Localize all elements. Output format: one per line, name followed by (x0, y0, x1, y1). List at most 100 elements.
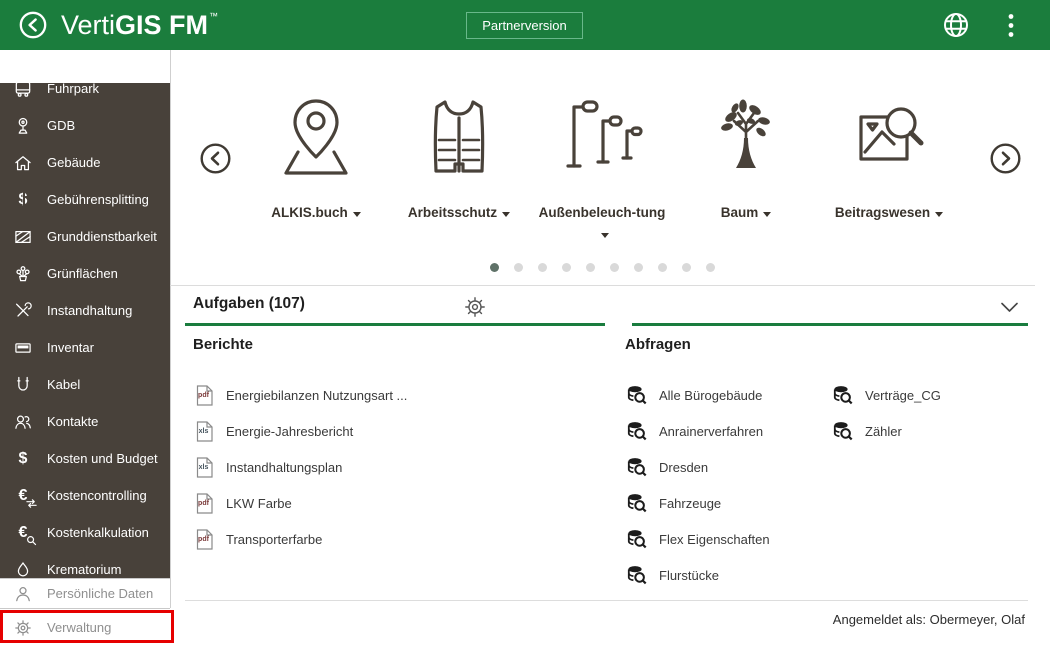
split-dollar-icon: $ (11, 188, 35, 212)
partnerversion-badge[interactable]: Partnerversion (466, 12, 583, 39)
report-item[interactable]: xls Instandhaltungsplan (196, 449, 407, 485)
sidebar-item-inventar[interactable]: Inventar (0, 329, 170, 366)
flame-icon (11, 558, 35, 579)
tasks-section-title: Aufgaben (107) (193, 295, 305, 313)
sidebar-item-verwaltung[interactable]: Verwaltung (0, 608, 170, 646)
carousel-dot[interactable] (682, 263, 691, 272)
sidebar-item-kostenkalkulation[interactable]: € Kostenkalkulation (0, 514, 170, 551)
module-beitragswesen[interactable]: Beitragswesen (823, 88, 955, 223)
street-lights-icon (536, 88, 668, 190)
query-item[interactable]: Dresden (627, 449, 770, 485)
database-search-icon (627, 565, 647, 585)
safety-vest-icon (393, 88, 525, 190)
carousel-dot[interactable] (634, 263, 643, 272)
report-item[interactable]: xls Energie-Jahresbericht (196, 413, 407, 449)
trademark: ™ (209, 11, 218, 21)
report-label: Transporterfarbe (226, 532, 322, 547)
logo-text-light: Verti (61, 10, 115, 41)
sidebar-item-kontakte[interactable]: Kontakte (0, 403, 170, 440)
carousel-dot[interactable] (514, 263, 523, 272)
carousel-dot[interactable] (658, 263, 667, 272)
carousel-dot[interactable] (562, 263, 571, 272)
sidebar-item-label: Inventar (47, 340, 94, 355)
module-label: Beitragswesen (835, 205, 930, 220)
sidebar-item-label: Kabel (47, 377, 80, 392)
sidebar-item-kostencontrolling[interactable]: € Kostencontrolling (0, 477, 170, 514)
database-search-icon (627, 529, 647, 549)
carousel-dot[interactable] (706, 263, 715, 272)
kebab-menu-icon[interactable] (1006, 13, 1016, 38)
query-label: Zähler (865, 424, 902, 439)
app-window: VertiGIS FM™ Partnerversion < Fuh (0, 0, 1050, 646)
sidebar-item-kosten-und-budget[interactable]: $ Kosten und Budget (0, 440, 170, 477)
survey-pin-icon (11, 114, 35, 138)
query-item[interactable]: Zähler (833, 413, 941, 449)
report-label: Energiebilanzen Nutzungsart ... (226, 388, 407, 403)
sidebar-item-label: Persönliche Daten (47, 586, 153, 601)
sidebar-item-instandhaltung[interactable]: Instandhaltung (0, 292, 170, 329)
module-label: ALKIS.buch (271, 205, 348, 220)
logo-text-bold: GIS FM (115, 10, 208, 41)
sidebar-item-grunddienstbarkeit[interactable]: Grunddienstbarkeit (0, 218, 170, 255)
map-pin-icon (250, 88, 382, 190)
plant-icon (11, 262, 35, 286)
carousel-prev-icon[interactable] (200, 143, 231, 174)
sidebar-item-gruenflaechen[interactable]: Grünflächen (0, 255, 170, 292)
pdf-file-icon: pdf (196, 529, 213, 550)
query-item[interactable]: Fahrzeuge (627, 485, 770, 521)
sidebar-item-label: Gebührensplitting (47, 192, 149, 207)
module-alkis-buch[interactable]: ALKIS.buch (250, 88, 382, 223)
tools-icon (11, 299, 35, 323)
module-label: Arbeitsschutz (408, 205, 497, 220)
sidebar-item-gebaeude[interactable]: Gebäude (0, 144, 170, 181)
dropdown-caret-icon (935, 212, 943, 217)
collapse-section-chevron-icon[interactable] (1000, 301, 1019, 319)
query-item[interactable]: Flurstücke (627, 557, 770, 593)
query-item[interactable]: Flex Eigenschaften (627, 521, 770, 557)
sidebar-item-label: Fuhrpark (47, 83, 99, 96)
carousel-dot[interactable] (586, 263, 595, 272)
module-label: Außenbeleuch-tung (539, 205, 666, 220)
carousel-next-icon[interactable] (990, 143, 1021, 174)
gear-icon (11, 616, 35, 640)
database-search-icon (627, 385, 647, 405)
globe-icon[interactable] (942, 11, 970, 39)
back-circle-icon[interactable] (19, 11, 47, 39)
module-label: Baum (721, 205, 759, 220)
tasks-settings-gear-icon[interactable] (463, 295, 487, 319)
sidebar-item-persoenliche-daten[interactable]: Persönliche Daten (0, 578, 170, 608)
reports-heading: Berichte (193, 336, 253, 353)
sidebar-item-gdb[interactable]: GDB (0, 107, 170, 144)
query-label: Alle Bürogebäude (659, 388, 762, 403)
report-item[interactable]: pdf LKW Farbe (196, 485, 407, 521)
sidebar-item-gebuehrensplitting[interactable]: $ Gebührensplitting (0, 181, 170, 218)
app-header: VertiGIS FM™ Partnerversion (0, 0, 1050, 50)
report-label: Energie-Jahresbericht (226, 424, 353, 439)
carousel-dot[interactable] (490, 263, 499, 272)
query-item[interactable]: Alle Bürogebäude (627, 377, 770, 413)
sidebar-item-krematorium[interactable]: Krematorium (0, 551, 170, 578)
scanner-icon (11, 336, 35, 360)
sidebar-border (170, 50, 171, 608)
sidebar-item-kabel[interactable]: Kabel (0, 366, 170, 403)
query-item[interactable]: Verträge_CG (833, 377, 941, 413)
database-search-icon (627, 493, 647, 513)
pdf-file-icon: pdf (196, 493, 213, 514)
person-icon (11, 582, 35, 606)
report-item[interactable]: pdf Transporterfarbe (196, 521, 407, 557)
report-item[interactable]: pdf Energiebilanzen Nutzungsart ... (196, 377, 407, 413)
module-arbeitsschutz[interactable]: Arbeitsschutz (393, 88, 525, 223)
module-aussenbeleuchtung[interactable]: Außenbeleuch-tung (536, 88, 668, 244)
sidebar-item-label: Kostenkalkulation (47, 525, 149, 540)
green-underline-left (185, 323, 605, 326)
people-icon (11, 410, 35, 434)
sidebar-item-label: GDB (47, 118, 75, 133)
queries-column-2: Verträge_CG Zähler (833, 377, 941, 449)
carousel-dot[interactable] (610, 263, 619, 272)
carousel-dot[interactable] (538, 263, 547, 272)
query-item[interactable]: Anrainerverfahren (627, 413, 770, 449)
module-baum[interactable]: Baum (680, 88, 812, 223)
section-divider (170, 285, 1035, 286)
sidebar-item-fuhrpark[interactable]: Fuhrpark (0, 83, 170, 107)
database-search-icon (627, 421, 647, 441)
